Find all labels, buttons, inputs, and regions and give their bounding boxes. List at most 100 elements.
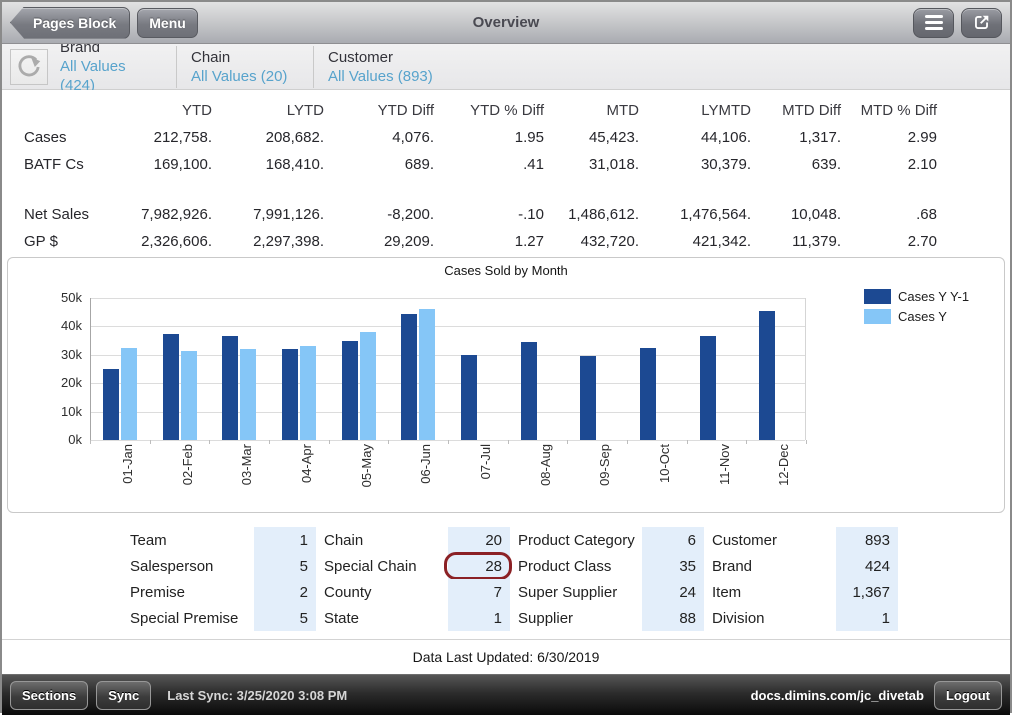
metrics-column-header: LYMTD — [639, 97, 751, 124]
metrics-value: 212,758. — [120, 124, 212, 151]
summary-value[interactable]: 1 — [254, 527, 316, 553]
metrics-value: 1,486,612. — [544, 201, 639, 228]
bar-cases-y-y-1[interactable] — [282, 349, 298, 440]
bar-cases-y-y-1[interactable] — [342, 341, 358, 440]
summary-group: Team1Salesperson5Premise2Special Premise… — [130, 527, 316, 639]
metrics-column-header: MTD % Diff — [841, 97, 937, 124]
filter-customer[interactable]: Customer All Values (893) — [313, 46, 447, 88]
bar-cases-y-y-1[interactable] — [700, 336, 716, 440]
summary-value[interactable]: 1,367 — [836, 579, 898, 605]
metrics-value: 168,410. — [212, 151, 324, 178]
bar-cases-y[interactable] — [240, 349, 256, 440]
filter-label: Customer — [328, 48, 433, 67]
metrics-value: 31,018. — [544, 151, 639, 178]
summary-value[interactable]: 7 — [448, 579, 510, 605]
metrics-value: 4,076. — [324, 124, 434, 151]
summary-group: Customer893Brand424Item1,367Division1 — [712, 527, 898, 639]
chart-gridline — [91, 412, 805, 413]
bar-cases-y-y-1[interactable] — [521, 342, 537, 440]
bar-cases-y-y-1[interactable] — [640, 348, 656, 440]
metrics-value: .68 — [841, 201, 937, 228]
filter-chain[interactable]: Chain All Values (20) — [176, 46, 313, 88]
summary-label: State — [324, 605, 448, 631]
pages-block-back-button[interactable]: Pages Block — [10, 7, 130, 39]
metrics-row: BATF Cs169,100.168,410.689..4131,018.30,… — [2, 151, 937, 178]
metrics-value: 30,379. — [639, 151, 751, 178]
metrics-row: Cases212,758.208,682.4,076.1.9545,423.44… — [2, 124, 937, 151]
x-axis-tick — [209, 440, 210, 444]
bar-cases-y[interactable] — [181, 351, 197, 440]
metrics-value: 689. — [324, 151, 434, 178]
summary-value[interactable]: 2 — [254, 579, 316, 605]
x-axis-tick-label: 05-May — [359, 444, 375, 508]
metrics-value: 1,317. — [751, 124, 841, 151]
metrics-header-row: YTDLYTDYTD DiffYTD % DiffMTDLYMTDMTD Dif… — [2, 97, 937, 124]
sections-button[interactable]: Sections — [10, 681, 88, 710]
summary-value[interactable]: 1 — [448, 605, 510, 631]
x-axis-tick — [687, 440, 688, 444]
x-axis-tick — [806, 440, 807, 444]
x-axis-tick-label: 12-Dec — [776, 444, 792, 508]
summary-label: Special Premise — [130, 605, 254, 631]
last-sync-status: Last Sync: 3/25/2020 3:08 PM — [167, 688, 347, 703]
summary-value[interactable]: 893 — [836, 527, 898, 553]
bar-cases-y-y-1[interactable] — [163, 334, 179, 441]
bar-cases-y[interactable] — [300, 346, 316, 440]
metrics-column-header: MTD — [544, 97, 639, 124]
summary-value[interactable]: 6 — [642, 527, 704, 553]
y-axis-tick-label: 30k — [38, 347, 82, 362]
filter-brand[interactable]: Brand All Values (424) — [48, 36, 176, 97]
summary-value[interactable]: 20 — [448, 527, 510, 553]
metrics-row-label: GP $ — [2, 228, 120, 255]
filter-label: Chain — [191, 48, 299, 67]
summary-label: County — [324, 579, 448, 605]
bar-cases-y-y-1[interactable] — [222, 336, 238, 440]
legend-swatch — [864, 289, 891, 304]
x-axis-tick-label: 11-Nov — [717, 444, 733, 508]
summary-value[interactable]: 424 — [836, 553, 898, 579]
summary-section: Team1Salesperson5Premise2Special Premise… — [2, 517, 1010, 639]
x-axis-tick-label: 08-Aug — [538, 444, 554, 508]
menu-button[interactable]: Menu — [137, 8, 198, 38]
metrics-value: 7,991,126. — [212, 201, 324, 228]
bar-cases-y[interactable] — [419, 309, 435, 440]
x-axis-tick — [150, 440, 151, 444]
y-axis-tick-label: 40k — [38, 318, 82, 333]
metrics-spacer — [2, 178, 937, 201]
bar-cases-y-y-1[interactable] — [759, 311, 775, 440]
metrics-value: 421,342. — [639, 228, 751, 255]
logout-button[interactable]: Logout — [934, 681, 1002, 710]
chart-gridline — [91, 326, 805, 327]
metrics-column-header: YTD % Diff — [434, 97, 544, 124]
metrics-value: 2.70 — [841, 228, 937, 255]
bar-cases-y[interactable] — [360, 332, 376, 440]
metrics-value: 2.99 — [841, 124, 937, 151]
bar-cases-y-y-1[interactable] — [461, 355, 477, 440]
summary-value[interactable]: 24 — [642, 579, 704, 605]
list-menu-button[interactable] — [913, 8, 954, 38]
summary-value[interactable]: 1 — [836, 605, 898, 631]
chart-title: Cases Sold by Month — [8, 258, 1004, 278]
metrics-value: 1.27 — [434, 228, 544, 255]
bar-cases-y[interactable] — [121, 348, 137, 440]
share-button[interactable] — [961, 8, 1002, 38]
refresh-button[interactable] — [10, 49, 48, 85]
summary-value[interactable]: 35 — [642, 553, 704, 579]
summary-value[interactable]: 5 — [254, 605, 316, 631]
x-axis-tick-label: 07-Jul — [478, 444, 494, 508]
x-axis-tick-label: 06-Jun — [418, 444, 434, 508]
summary-value[interactable]: 5 — [254, 553, 316, 579]
refresh-icon — [14, 52, 44, 82]
top-bar: Pages Block Menu Overview — [2, 2, 1010, 44]
x-axis-tick — [627, 440, 628, 444]
metrics-value: 169,100. — [120, 151, 212, 178]
metrics-value: 10,048. — [751, 201, 841, 228]
bar-cases-y-y-1[interactable] — [580, 356, 596, 440]
bar-cases-y-y-1[interactable] — [401, 314, 417, 440]
bar-cases-y-y-1[interactable] — [103, 369, 119, 440]
summary-value[interactable]: 28 — [448, 553, 510, 579]
sync-button[interactable]: Sync — [96, 681, 151, 710]
summary-label: Super Supplier — [518, 579, 642, 605]
bottom-bar: Sections Sync Last Sync: 3/25/2020 3:08 … — [2, 674, 1010, 715]
summary-value[interactable]: 88 — [642, 605, 704, 631]
